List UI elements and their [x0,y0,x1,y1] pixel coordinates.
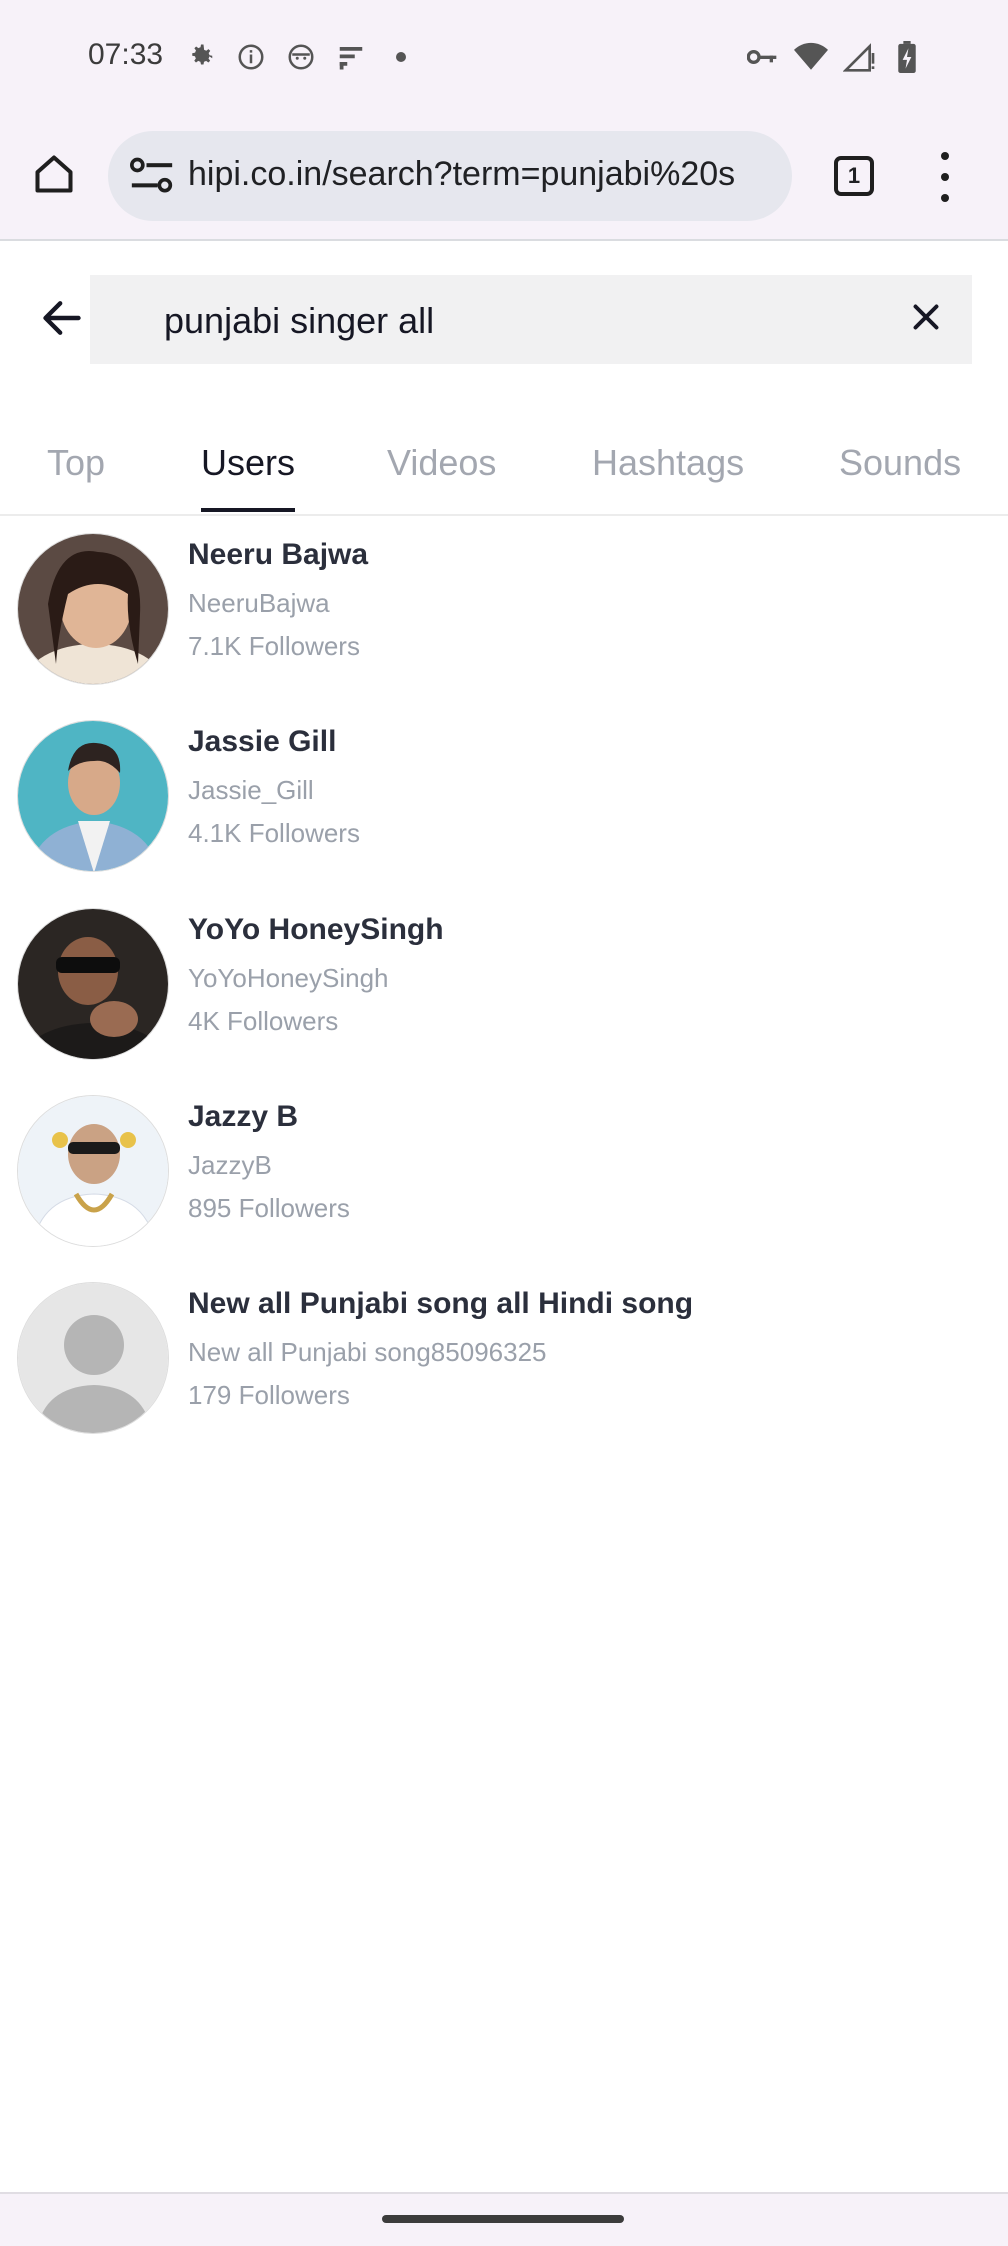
follower-count: 4K Followers [188,1006,339,1036]
status-bar: 07:33 [0,0,1008,118]
user-list-item[interactable]: YoYo HoneySingh YoYoHoneySingh 4K Follow… [0,895,1008,1065]
avatar[interactable] [17,1095,169,1247]
signal-icon [842,40,876,74]
info-icon [234,40,268,74]
url-text[interactable]: hipi.co.in/search?term=punjabi%20s [188,155,778,194]
search-input[interactable] [162,299,866,343]
dot-icon [384,40,418,74]
face-icon [284,40,318,74]
wifi-icon [794,40,828,74]
tab-sounds[interactable]: Sounds [839,442,961,484]
user-name[interactable]: New all Punjabi song all Hindi song [188,1287,693,1321]
user-list-item[interactable]: Jassie Gill Jassie_Gill 4.1K Followers [0,707,1008,877]
gesture-nav-bar [0,2192,1008,2246]
follower-count: 4.1K Followers [188,818,360,848]
follower-count: 7.1K Followers [188,631,360,661]
tab-hashtags[interactable]: Hashtags [592,442,744,484]
follower-count: 179 Followers [188,1380,350,1410]
key-icon [746,40,780,74]
follower-count: 895 Followers [188,1193,350,1223]
user-name[interactable]: Jassie Gill [188,725,336,759]
status-left-icons [184,40,418,74]
user-list-item[interactable]: New all Punjabi song all Hindi song New … [0,1269,1008,1439]
tab-switcher-button[interactable]: 1 [834,156,874,196]
user-name[interactable]: Neeru Bajwa [188,538,368,572]
avatar[interactable] [17,533,169,685]
default-avatar-icon[interactable] [17,1282,169,1434]
search-tabs: Top Users Videos Hashtags Sounds [0,420,1008,516]
overflow-menu-icon[interactable] [930,152,960,202]
avatar[interactable] [17,720,169,872]
battery-icon [890,40,924,74]
home-gesture-handle[interactable] [382,2215,624,2223]
user-handle: NeeruBajwa [188,588,330,618]
site-settings-icon[interactable] [130,155,174,197]
home-icon [35,155,73,193]
omnibox[interactable]: hipi.co.in/search?term=punjabi%20s [108,131,792,221]
user-handle: YoYoHoneySingh [188,963,389,993]
tab-videos[interactable]: Videos [387,442,496,484]
home-button[interactable] [28,148,80,200]
status-time: 07:33 [88,38,164,71]
cast-icon [334,40,368,74]
active-tab-indicator [201,508,295,512]
browser-toolbar: hipi.co.in/search?term=punjabi%20s 1 [0,118,1008,241]
user-list-item[interactable]: Jazzy B JazzyB 895 Followers [0,1082,1008,1252]
avatar[interactable] [17,908,169,1060]
gear-icon [184,40,218,74]
close-icon[interactable] [908,299,948,339]
back-arrow-icon[interactable] [40,296,84,340]
user-handle: New all Punjabi song85096325 [188,1337,547,1367]
user-handle: JazzyB [188,1150,272,1180]
tab-top[interactable]: Top [47,442,105,484]
tab-users[interactable]: Users [201,442,295,484]
user-name[interactable]: YoYo HoneySingh [188,913,444,947]
user-list-item[interactable]: Neeru Bajwa NeeruBajwa 7.1K Followers [0,520,1008,690]
status-right-icons [746,40,924,74]
user-handle: Jassie_Gill [188,775,314,805]
user-name[interactable]: Jazzy B [188,1100,298,1134]
search-box [90,275,972,364]
